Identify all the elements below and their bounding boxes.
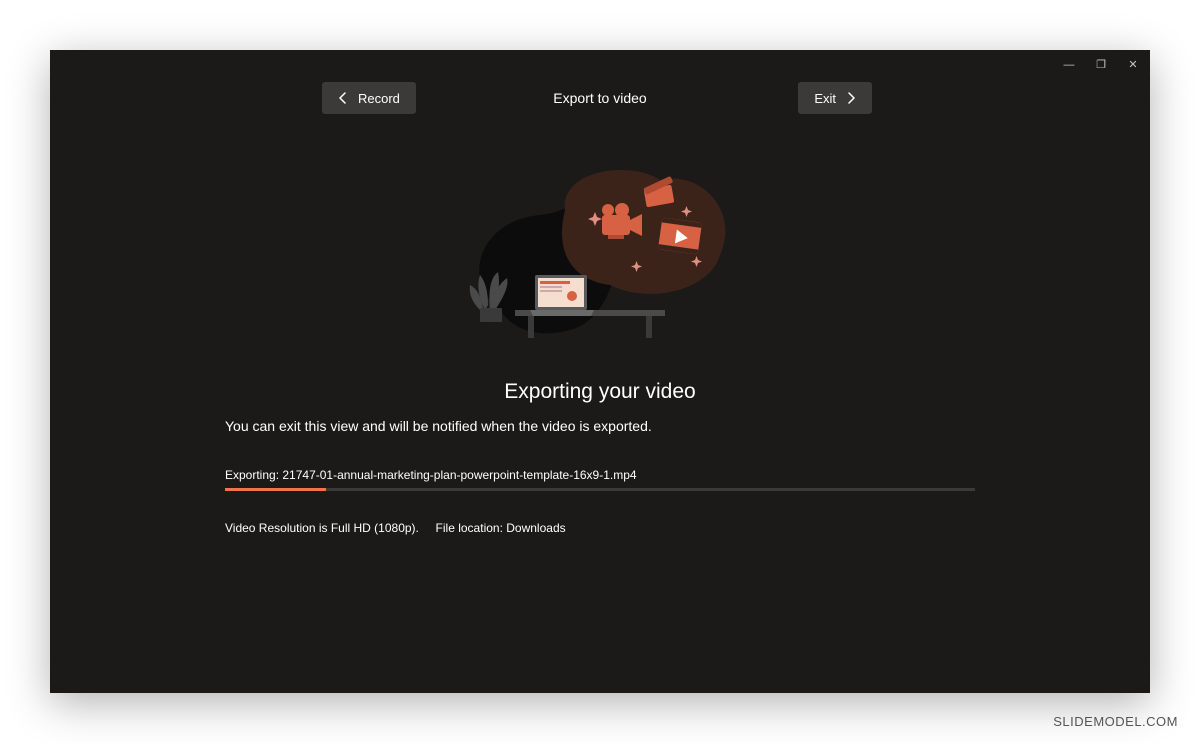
page-title: Export to video	[553, 90, 646, 106]
minimize-icon[interactable]: —	[1062, 59, 1076, 71]
exit-button[interactable]: Exit	[798, 82, 872, 114]
export-heading: Exporting your video	[225, 380, 975, 404]
titlebar: Record Export to video Exit	[50, 78, 1150, 118]
maximize-icon[interactable]: ❐	[1094, 58, 1108, 71]
content-area: Exporting your video You can exit this v…	[225, 160, 975, 535]
export-subtext: You can exit this view and will be notif…	[225, 418, 975, 434]
export-illustration	[450, 160, 750, 360]
chevron-right-icon	[846, 92, 856, 104]
exit-label: Exit	[814, 91, 836, 106]
record-button[interactable]: Record	[322, 82, 416, 114]
export-file-label: Exporting: 21747-01-annual-marketing-pla…	[225, 468, 975, 482]
watermark: SLIDEMODEL.COM	[1053, 714, 1178, 729]
chevron-left-icon	[338, 92, 348, 104]
window-controls: — ❐ ✕	[1062, 58, 1140, 71]
progress-fill	[225, 488, 326, 491]
film-icon	[658, 217, 702, 254]
export-footer-info: Video Resolution is Full HD (1080p). Fil…	[225, 521, 975, 535]
laptop-icon	[530, 275, 594, 316]
progress-bar	[225, 488, 975, 491]
close-icon[interactable]: ✕	[1126, 58, 1140, 71]
record-label: Record	[358, 91, 400, 106]
app-window: — ❐ ✕ Record Export to video Exit	[50, 50, 1150, 693]
